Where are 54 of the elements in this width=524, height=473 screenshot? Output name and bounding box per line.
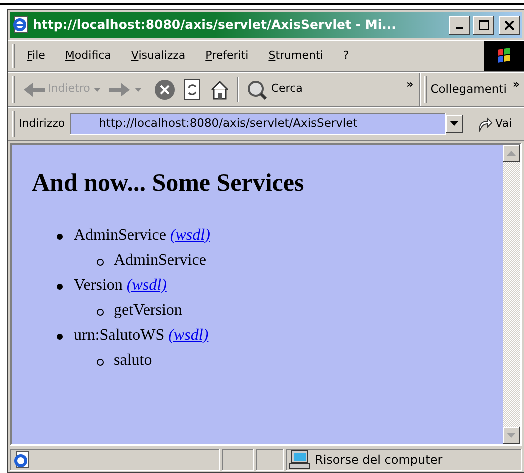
minimize-button[interactable]: [449, 16, 470, 34]
go-button[interactable]: Vai: [472, 114, 516, 134]
search-button[interactable]: Cerca: [242, 76, 307, 102]
status-pane: [256, 449, 284, 471]
search-icon: [246, 78, 268, 100]
bullet-icon: [57, 334, 63, 340]
bullet-icon: [97, 309, 104, 316]
service-name: AdminService: [74, 227, 166, 244]
close-icon: [505, 20, 514, 30]
zone-label: Risorse del computer: [315, 452, 443, 469]
vertical-scrollbar[interactable]: [503, 145, 520, 444]
dropdown-arrow-icon: [94, 88, 102, 92]
caret-icon: [450, 121, 459, 126]
page-icon: [13, 451, 31, 469]
windows-logo-icon: [484, 41, 524, 71]
service-name: Version: [74, 277, 123, 294]
caret-icon: [507, 433, 516, 438]
service-name: urn:SalutoWS: [74, 327, 165, 344]
bullet-icon: [97, 259, 104, 266]
menu-item[interactable]: ?: [335, 46, 358, 66]
dropdown-arrow-icon: [135, 88, 142, 92]
menu-item[interactable]: File: [19, 46, 54, 66]
menu-item[interactable]: Strumenti: [260, 46, 332, 66]
window-title: http://localhost:8080/axis/servlet/AxisServlet - Mi...: [33, 16, 398, 34]
page-heading: And now... Some Services: [32, 169, 306, 199]
go-arrow-icon: [476, 116, 493, 132]
menu-item[interactable]: Modifica: [57, 46, 120, 66]
method-name: getVersion: [114, 302, 182, 319]
wsdl-link[interactable]: (wsdl): [168, 327, 209, 344]
bullet-icon: [57, 284, 63, 290]
caret-icon: [507, 151, 516, 156]
menu-item[interactable]: Preferiti: [198, 46, 257, 66]
bullet-icon: [97, 359, 104, 366]
scroll-down-button[interactable]: [503, 427, 520, 444]
close-button[interactable]: [499, 16, 520, 34]
computer-icon: [289, 450, 311, 470]
method-name: saluto: [114, 352, 152, 369]
method-name: AdminService: [114, 252, 206, 269]
chevron-icon[interactable]: »: [512, 77, 520, 94]
dropdown-button[interactable]: [446, 115, 463, 133]
maximize-icon: [478, 20, 488, 30]
wsdl-link[interactable]: (wsdl): [170, 227, 210, 244]
links-button[interactable]: Collegamenti: [428, 80, 513, 98]
address-field[interactable]: http://localhost:8080/axis/servlet/AxisServlet: [70, 113, 446, 135]
scroll-up-button[interactable]: [503, 145, 520, 162]
back-arrow-icon: [23, 82, 45, 96]
wsdl-link[interactable]: (wsdl): [126, 277, 167, 294]
maximize-button[interactable]: [473, 16, 494, 34]
bullet-icon: [57, 234, 63, 240]
menu-item[interactable]: Visualizza: [123, 46, 194, 66]
address-label: Indirizzo: [19, 116, 66, 132]
status-pane: [222, 449, 254, 471]
browser-icon: [12, 16, 30, 34]
chevron-icon[interactable]: »: [406, 77, 414, 94]
